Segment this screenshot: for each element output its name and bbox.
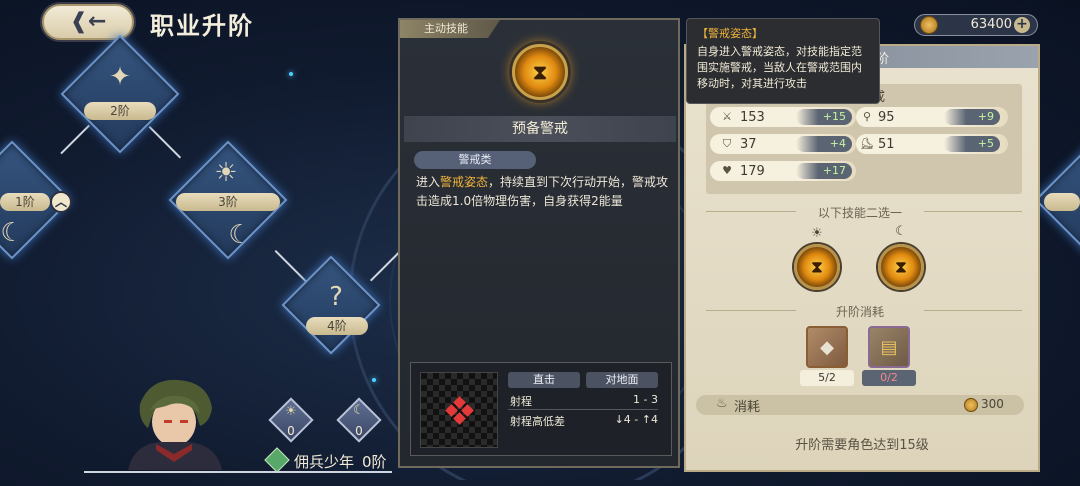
tier-connector: [148, 126, 182, 159]
choose-skill-title: 以下技能二选一: [817, 206, 902, 220]
coin-icon: [964, 398, 978, 412]
range-value: 1 - 3: [633, 393, 658, 406]
stat-bonus: +4: [796, 136, 852, 152]
add-currency-button[interactable]: +: [1014, 17, 1030, 33]
stat-bonus: +17: [796, 163, 852, 179]
tier-label-edge: [1044, 193, 1080, 211]
character-name: 佣兵少年: [294, 453, 355, 471]
skill-name: 预备警戒: [404, 116, 676, 142]
moon-icon: ☾: [228, 220, 252, 250]
item-count: 5/2: [800, 370, 854, 386]
sun-icon: ☀: [214, 158, 238, 188]
stat-bonus: +15: [796, 109, 852, 125]
stat-value: 153: [740, 110, 765, 125]
range-label: 射程: [510, 395, 532, 408]
gold-book-icon: ▤: [880, 336, 898, 358]
class-icon: [264, 447, 290, 473]
cost-label: 消耗: [734, 400, 761, 415]
gold-book-item[interactable]: ▤: [868, 326, 910, 368]
sparkle-dot: [372, 378, 376, 382]
skill-type-badge: 警戒类: [414, 151, 536, 169]
stat-bonus: +9: [944, 109, 1000, 125]
sun-value: 0: [287, 424, 295, 438]
tooltip-body: 自身进入警戒姿态，对技能指定范围实施警戒，当敌人在警戒范围内移动时，对其进行攻击: [697, 45, 862, 90]
hourglass-icon: ⧗: [532, 60, 548, 84]
range-grid: [420, 372, 498, 448]
sun-icon: ☀: [285, 404, 297, 419]
moon-icon: ☾: [895, 224, 907, 239]
sword-icon: ⚔: [722, 110, 732, 123]
attack-type: 直击: [508, 372, 580, 388]
hourglass-icon: ⧗: [895, 257, 907, 276]
desc-pre: 进入: [416, 175, 441, 189]
heart-icon: ♥: [722, 164, 732, 177]
keyword-tooltip: 【警戒姿态】 自身进入警戒姿态，对技能指定范围实施警戒，当敌人在警戒范围内移动时…: [686, 18, 880, 104]
cost-value: 300: [981, 397, 1004, 411]
cost-title: 升阶消耗: [835, 305, 884, 319]
height-label: 射程高低差: [510, 415, 565, 428]
boot-icon: ⛸: [860, 137, 874, 150]
stat-value: 37: [740, 137, 757, 152]
money-bag-icon: ♨: [716, 396, 728, 411]
skill-choice-sun[interactable]: ⧗: [794, 244, 840, 290]
sparkle-dot: [289, 72, 293, 76]
question-icon: ?: [329, 282, 343, 312]
moon-value: 0: [355, 424, 363, 438]
page-title: 职业升阶: [150, 11, 254, 40]
skill-tag: 主动技能: [400, 20, 500, 38]
requirement-text: 升阶需要角色达到15级: [795, 438, 929, 453]
skill-icon: ⧗: [512, 44, 568, 100]
currency-value: 63400: [970, 17, 1012, 32]
tier-label: 2阶: [84, 102, 156, 120]
desc-keyword-link[interactable]: 警戒姿态: [440, 175, 488, 189]
moon-icon: ☾: [0, 218, 24, 248]
stat-bonus: +5: [944, 136, 1000, 152]
sun-icon: ☀: [811, 226, 823, 241]
staff-icon: ⚲: [862, 110, 872, 123]
crystal-shard-item[interactable]: ◆: [806, 326, 848, 368]
tier-label: 3阶: [176, 193, 280, 211]
hourglass-icon: ⧗: [811, 257, 823, 276]
compass-star-icon: ✦: [109, 62, 131, 92]
stat-value: 179: [740, 164, 765, 179]
tier-label: 1阶: [0, 193, 50, 211]
moon-icon: ☾: [353, 403, 365, 418]
stat-value: 51: [878, 137, 895, 152]
tooltip-title: 【警戒姿态】: [697, 27, 763, 40]
stat-value: 95: [878, 110, 895, 125]
shield-icon: ⛉: [722, 137, 732, 150]
divider: [924, 310, 1022, 311]
tier-connector: [60, 124, 90, 155]
item-count: 0/2: [862, 370, 916, 386]
upgrade-arrow-icon: ︿: [50, 191, 72, 213]
skill-choice-moon[interactable]: ⧗: [878, 244, 924, 290]
divider: [924, 211, 1022, 212]
divider: [508, 409, 658, 410]
character-portrait: [128, 379, 222, 470]
tier-label: 4阶: [306, 317, 368, 335]
height-value: ↓4 - ↑4: [614, 413, 658, 426]
character-rank: 0阶: [362, 453, 387, 471]
crystal-shard-icon: ◆: [820, 336, 834, 358]
skill-description: 进入警戒姿态，持续直到下次行动开始，警戒攻击造成1.0倍物理伤害，自身获得2能量: [416, 173, 674, 211]
divider: [84, 471, 392, 473]
target-type: 对地面: [586, 372, 658, 388]
back-arrow-icon: ❰←: [69, 9, 107, 34]
coin-icon: [920, 16, 938, 34]
